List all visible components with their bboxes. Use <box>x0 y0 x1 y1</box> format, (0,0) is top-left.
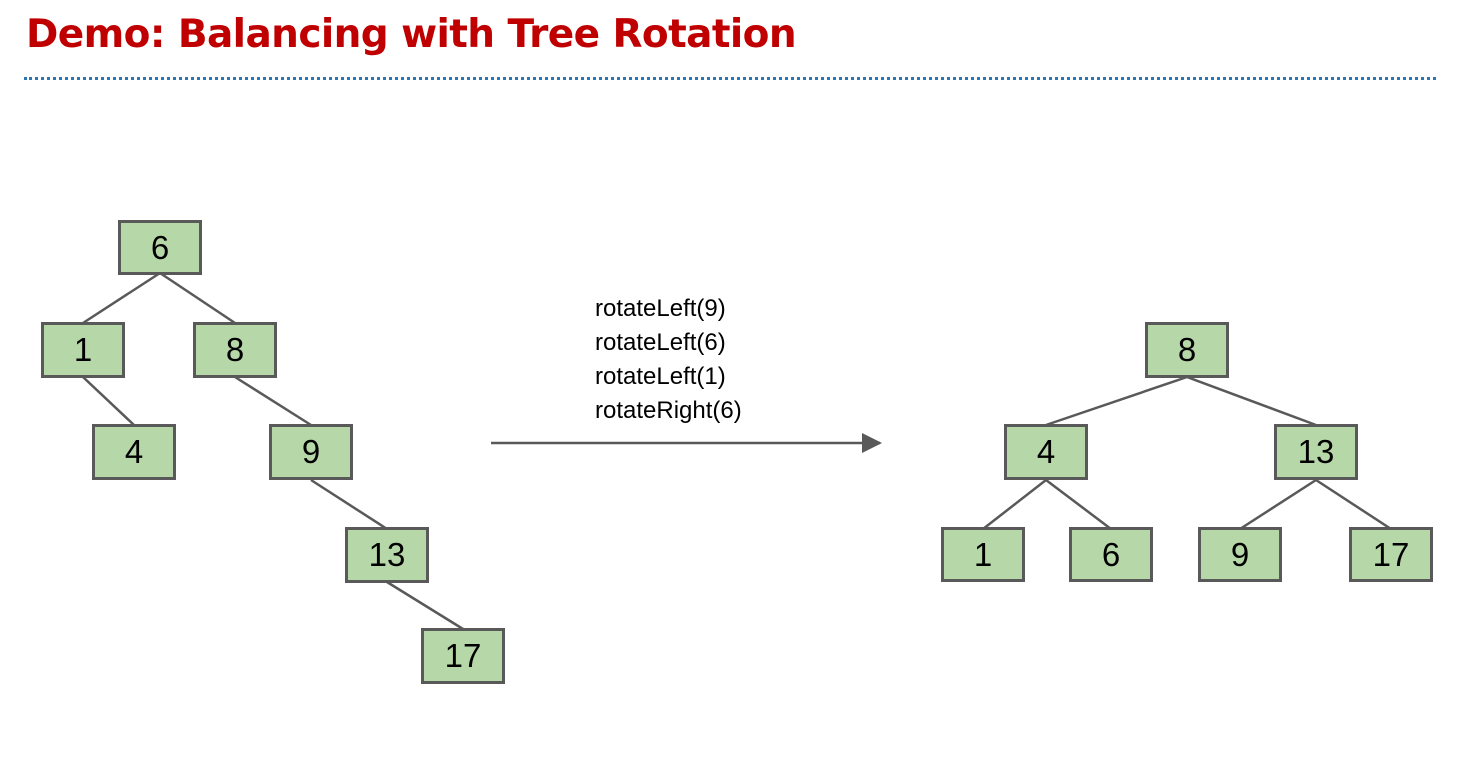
operation-item: rotateRight(6) <box>595 397 742 424</box>
tree-node-before-6: 6 <box>118 220 202 275</box>
edge-after-8-4 <box>1045 375 1188 427</box>
edge-after-13-17 <box>1315 478 1392 531</box>
tree-node-after-13: 13 <box>1274 424 1358 480</box>
tree-node-before-1: 1 <box>41 322 125 378</box>
rotation-operations: rotateLeft(9) rotateLeft(6) rotateLeft(1… <box>595 292 742 428</box>
operation-item: rotateLeft(9) <box>595 295 726 322</box>
edge-before-9-13 <box>310 478 388 531</box>
edge-after-4-1 <box>982 479 1047 530</box>
tree-node-before-9: 9 <box>269 424 353 480</box>
edge-before-6-1 <box>82 271 161 325</box>
tree-node-after-17: 17 <box>1349 527 1433 582</box>
tree-node-before-17: 17 <box>421 628 505 684</box>
edge-after-4-6 <box>1045 479 1112 530</box>
tree-node-after-9: 9 <box>1198 527 1282 582</box>
tree-node-after-6: 6 <box>1069 527 1153 582</box>
operation-item: rotateLeft(6) <box>595 329 726 356</box>
tree-node-before-13: 13 <box>345 527 429 583</box>
edge-before-8-9 <box>234 375 312 427</box>
tree-node-after-4: 4 <box>1004 424 1088 480</box>
edge-before-6-8 <box>159 271 236 325</box>
tree-node-after-8: 8 <box>1145 322 1229 378</box>
edge-before-1-4 <box>82 376 135 426</box>
tree-node-before-4: 4 <box>92 424 176 480</box>
operation-item: rotateLeft(1) <box>595 363 726 390</box>
edge-after-8-13 <box>1186 375 1317 427</box>
edge-before-13-17 <box>386 580 464 631</box>
tree-node-before-8: 8 <box>193 322 277 378</box>
tree-node-after-1: 1 <box>941 527 1025 582</box>
edge-after-13-9 <box>1239 478 1317 531</box>
